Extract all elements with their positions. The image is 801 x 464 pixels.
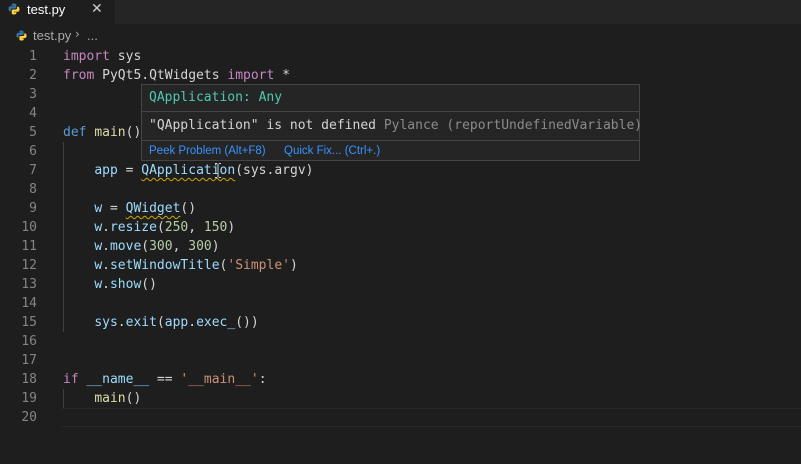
tab-label: test.py — [27, 2, 66, 17]
line-number: 9 — [29, 201, 37, 216]
divider — [142, 140, 639, 141]
code-line[interactable]: 16 — [0, 332, 801, 351]
line-number: 16 — [21, 334, 37, 349]
undefined-symbol: QApplication — [141, 163, 236, 178]
hover-message: "QApplication" is not defined Pylance (r… — [149, 118, 643, 133]
line-number: 15 — [21, 315, 37, 330]
code-line[interactable]: 11 w.move(300, 300) — [0, 237, 801, 256]
hover-tooltip: QApplication: Any "QApplication" is not … — [141, 84, 643, 161]
line-number: 17 — [21, 353, 37, 368]
line-number: 2 — [29, 68, 37, 83]
code-line[interactable]: 18 if __name__ == '__main__': — [0, 370, 801, 389]
line-number: 3 — [29, 87, 37, 102]
quick-fix-link[interactable]: Quick Fix... (Ctrl+.) — [284, 145, 380, 157]
line-number: 13 — [21, 277, 37, 292]
tab-test-py[interactable]: test.py ✕ — [0, 0, 115, 24]
chevron-right-icon: › — [75, 27, 80, 41]
code-line[interactable]: 7 app = QApplication(sys.argv) — [0, 161, 801, 180]
peek-problem-link[interactable]: Peek Problem (Alt+F8) — [149, 145, 266, 157]
code-line[interactable]: 20 — [0, 408, 801, 427]
line-number: 6 — [29, 144, 37, 159]
breadcrumb-file[interactable]: test.py — [33, 28, 71, 43]
line-number: 14 — [21, 296, 37, 311]
line-number: 5 — [29, 125, 37, 140]
line-number: 20 — [21, 410, 37, 425]
line-number: 4 — [29, 106, 37, 121]
tab-bar: test.py ✕ — [0, 0, 801, 24]
code-line[interactable]: 19 main() — [0, 389, 801, 408]
divider — [142, 111, 639, 112]
code-line[interactable]: 17 — [0, 351, 801, 370]
line-number: 19 — [21, 391, 37, 406]
code-line[interactable]: 15 sys.exit(app.exec_()) — [0, 313, 801, 332]
breadcrumb-more[interactable]: ... — [87, 28, 98, 43]
line-number: 10 — [21, 220, 37, 235]
line-number: 8 — [29, 182, 37, 197]
code-line[interactable]: 8 — [0, 180, 801, 199]
line-number: 12 — [21, 258, 37, 273]
code-line[interactable]: 14 — [0, 294, 801, 313]
line-number: 7 — [29, 163, 37, 178]
line-number: 11 — [21, 239, 37, 254]
code-line[interactable]: 12 w.setWindowTitle('Simple') — [0, 256, 801, 275]
line-number: 1 — [29, 49, 37, 64]
code-line[interactable]: 13 w.show() — [0, 275, 801, 294]
undefined-symbol: QWidget — [125, 201, 181, 216]
code-line[interactable]: 1 import sys — [0, 47, 801, 66]
text-cursor-icon — [215, 163, 221, 178]
code-line[interactable]: 2 from PyQt5.QtWidgets import * — [0, 66, 801, 85]
code-line[interactable]: 9 w = QWidget() — [0, 199, 801, 218]
hover-signature: QApplication: Any — [149, 90, 283, 105]
breadcrumb: test.py › ... — [0, 26, 801, 46]
python-file-icon — [8, 3, 20, 15]
hover-source: Pylance (reportUndefinedVariable) — [383, 118, 643, 133]
close-icon[interactable]: ✕ — [91, 1, 103, 17]
code-line[interactable]: 10 w.resize(250, 150) — [0, 218, 801, 237]
python-file-icon — [16, 30, 27, 41]
line-number: 18 — [21, 372, 37, 387]
